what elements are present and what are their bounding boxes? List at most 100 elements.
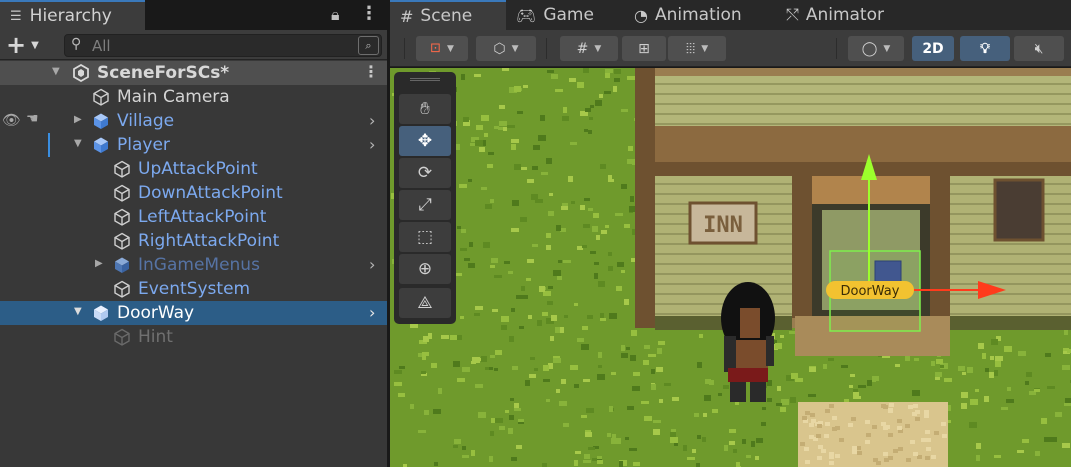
scene-root-row[interactable]: ▼ SceneForSCs* ⋮ <box>0 61 387 85</box>
expand-arrow-icon[interactable]: ▼ <box>74 138 82 149</box>
rotate-tool-button[interactable]: ⟳ <box>399 158 451 188</box>
grid-visibility-button[interactable]: # ▼ <box>560 36 618 61</box>
dirt-pixel <box>800 442 805 446</box>
grass-pixel <box>463 117 469 122</box>
grass-pixel <box>607 433 611 437</box>
hierarchy-item-main-camera[interactable]: Main Camera <box>0 85 387 109</box>
mute-speaker-icon: 🔇︎ <box>1034 40 1044 57</box>
grass-pixel <box>441 335 449 339</box>
grass-pixel <box>709 380 714 385</box>
scene-viewport[interactable]: INN DoorWay ✋︎ ✥ ⟳ ⤢ ⬚ ⊕ ⟁ <box>390 68 1071 467</box>
grass-pixel <box>577 82 584 88</box>
grass-pixel <box>548 286 553 289</box>
scene-options-icon[interactable]: ⋮ <box>363 62 379 81</box>
expand-arrow-icon[interactable]: ▼ <box>52 66 60 77</box>
expand-arrow-icon[interactable]: ▶ <box>74 114 82 125</box>
dirt-pixel <box>897 426 902 430</box>
grass-pixel <box>511 144 516 150</box>
hand-tool-button[interactable]: ✋︎ <box>399 94 451 124</box>
grass-pixel <box>485 204 492 209</box>
transform-tool-button[interactable]: ⊕ <box>399 254 451 284</box>
grass-pixel <box>421 371 426 374</box>
dirt-pixel <box>889 403 894 407</box>
expand-arrow-icon[interactable]: ▶ <box>95 258 103 269</box>
grass-pixel <box>1045 353 1051 357</box>
more-options-icon[interactable]: ⋮ <box>360 3 378 24</box>
grid-snapping-button[interactable]: ⊞ <box>622 36 666 61</box>
lighting-toggle[interactable]: 💡︎ <box>960 36 1010 61</box>
toolbar-separator <box>546 38 547 59</box>
grass-pixel <box>499 105 505 109</box>
dirt-pixel <box>883 452 888 456</box>
tab-animator[interactable]: ⤲ Animator <box>786 0 906 30</box>
grass-pixel <box>912 390 920 396</box>
rect-tool-button[interactable]: ⬚ <box>399 222 451 252</box>
dirt-pixel <box>913 452 918 456</box>
tab-scene[interactable]: # Scene <box>390 0 506 30</box>
grass-pixel <box>586 408 594 413</box>
visibility-eye-icon[interactable]: 👁︎ <box>2 111 21 129</box>
pickable-hand-icon[interactable]: ☚ <box>26 111 39 127</box>
tab-animation[interactable]: ◔ Animation <box>634 0 774 30</box>
scale-tool-button[interactable]: ⤢ <box>399 190 451 220</box>
animator-icon: ⤲ <box>786 5 799 24</box>
search-input[interactable] <box>92 36 352 55</box>
open-prefab-chevron-icon[interactable]: › <box>369 111 375 130</box>
grass-pixel <box>621 353 628 358</box>
grass-pixel <box>626 347 630 350</box>
hierarchy-item-downattackpoint[interactable]: DownAttackPoint <box>0 181 387 205</box>
open-prefab-chevron-icon[interactable]: › <box>369 135 375 154</box>
grass-pixel <box>553 270 561 276</box>
grass-pixel <box>742 439 746 444</box>
audio-toggle[interactable]: 🔇︎ <box>1014 36 1064 61</box>
grass-pixel <box>935 377 940 380</box>
expand-arrow-icon[interactable]: ▼ <box>74 306 82 317</box>
move-tool-button[interactable]: ✥ <box>399 126 451 156</box>
tab-game[interactable]: 🎮︎ Game <box>516 0 626 30</box>
grass-pixel <box>589 117 593 120</box>
gizmo-label: DoorWay <box>841 284 900 299</box>
tab-label: Animator <box>805 5 884 25</box>
increment-snapping-button[interactable]: ⦙⦙⦙ ▼ <box>668 36 726 61</box>
draw-mode-button[interactable]: ◯ ▼ <box>848 36 904 61</box>
add-object-button[interactable]: + ▼ <box>6 33 50 57</box>
dirt-pixel <box>931 455 936 459</box>
hierarchy-item-player[interactable]: ▼ Player › <box>0 133 387 157</box>
tool-handle-position-button[interactable]: ⊡ ▼ <box>416 36 468 61</box>
tab-hierarchy[interactable]: ☰ Hierarchy <box>0 0 145 30</box>
tool-handle-rotation-button[interactable]: ⬡ ▼ <box>476 36 536 61</box>
hierarchy-item-doorway[interactable]: ▼ DoorWay › <box>0 301 387 325</box>
grass-pixel <box>454 439 461 444</box>
scene-canvas[interactable]: INN DoorWay <box>390 68 1071 467</box>
grass-pixel <box>490 355 495 358</box>
hierarchy-item-leftattackpoint[interactable]: LeftAttackPoint <box>0 205 387 229</box>
hierarchy-item-eventsystem[interactable]: EventSystem <box>0 277 387 301</box>
hierarchy-item-hint[interactable]: Hint <box>0 325 387 349</box>
hierarchy-panel: ☰ Hierarchy 🔒︎ ⋮ + ▼ ⚲ ⌕ ▼ SceneForSCs* … <box>0 0 387 467</box>
grass-pixel <box>394 370 402 374</box>
hierarchy-item-upattackpoint[interactable]: UpAttackPoint <box>0 157 387 181</box>
grass-pixel <box>527 259 534 263</box>
dirt-pixel <box>884 458 889 462</box>
open-prefab-chevron-icon[interactable]: › <box>369 255 375 274</box>
grass-pixel <box>593 213 599 218</box>
custom-tool-button[interactable]: ⟁ <box>399 288 451 318</box>
hierarchy-item-label: Player <box>117 135 170 155</box>
grass-pixel <box>462 446 466 450</box>
search-by-type-button[interactable]: ⌕ <box>358 36 379 55</box>
2d-mode-toggle[interactable]: 2D <box>912 36 954 61</box>
grass-pixel <box>532 244 538 247</box>
grass-pixel <box>561 206 568 210</box>
grass-pixel <box>398 393 405 397</box>
hierarchy-item-ingamemenus[interactable]: ▶ InGameMenus › <box>0 253 387 277</box>
hierarchy-toolbar: + ▼ ⚲ ⌕ <box>0 30 387 60</box>
grass-pixel <box>990 356 994 360</box>
overlay-drag-handle[interactable] <box>410 78 440 81</box>
dirt-pixel <box>924 414 929 418</box>
hierarchy-item-rightattackpoint[interactable]: RightAttackPoint <box>0 229 387 253</box>
hierarchy-item-village[interactable]: 👁︎ ☚ ▶ Village › <box>0 109 387 133</box>
lock-icon[interactable]: 🔒︎ <box>331 5 340 25</box>
open-prefab-chevron-icon[interactable]: › <box>369 303 375 322</box>
grass-pixel <box>538 135 546 141</box>
toolbar-separator <box>404 38 405 59</box>
